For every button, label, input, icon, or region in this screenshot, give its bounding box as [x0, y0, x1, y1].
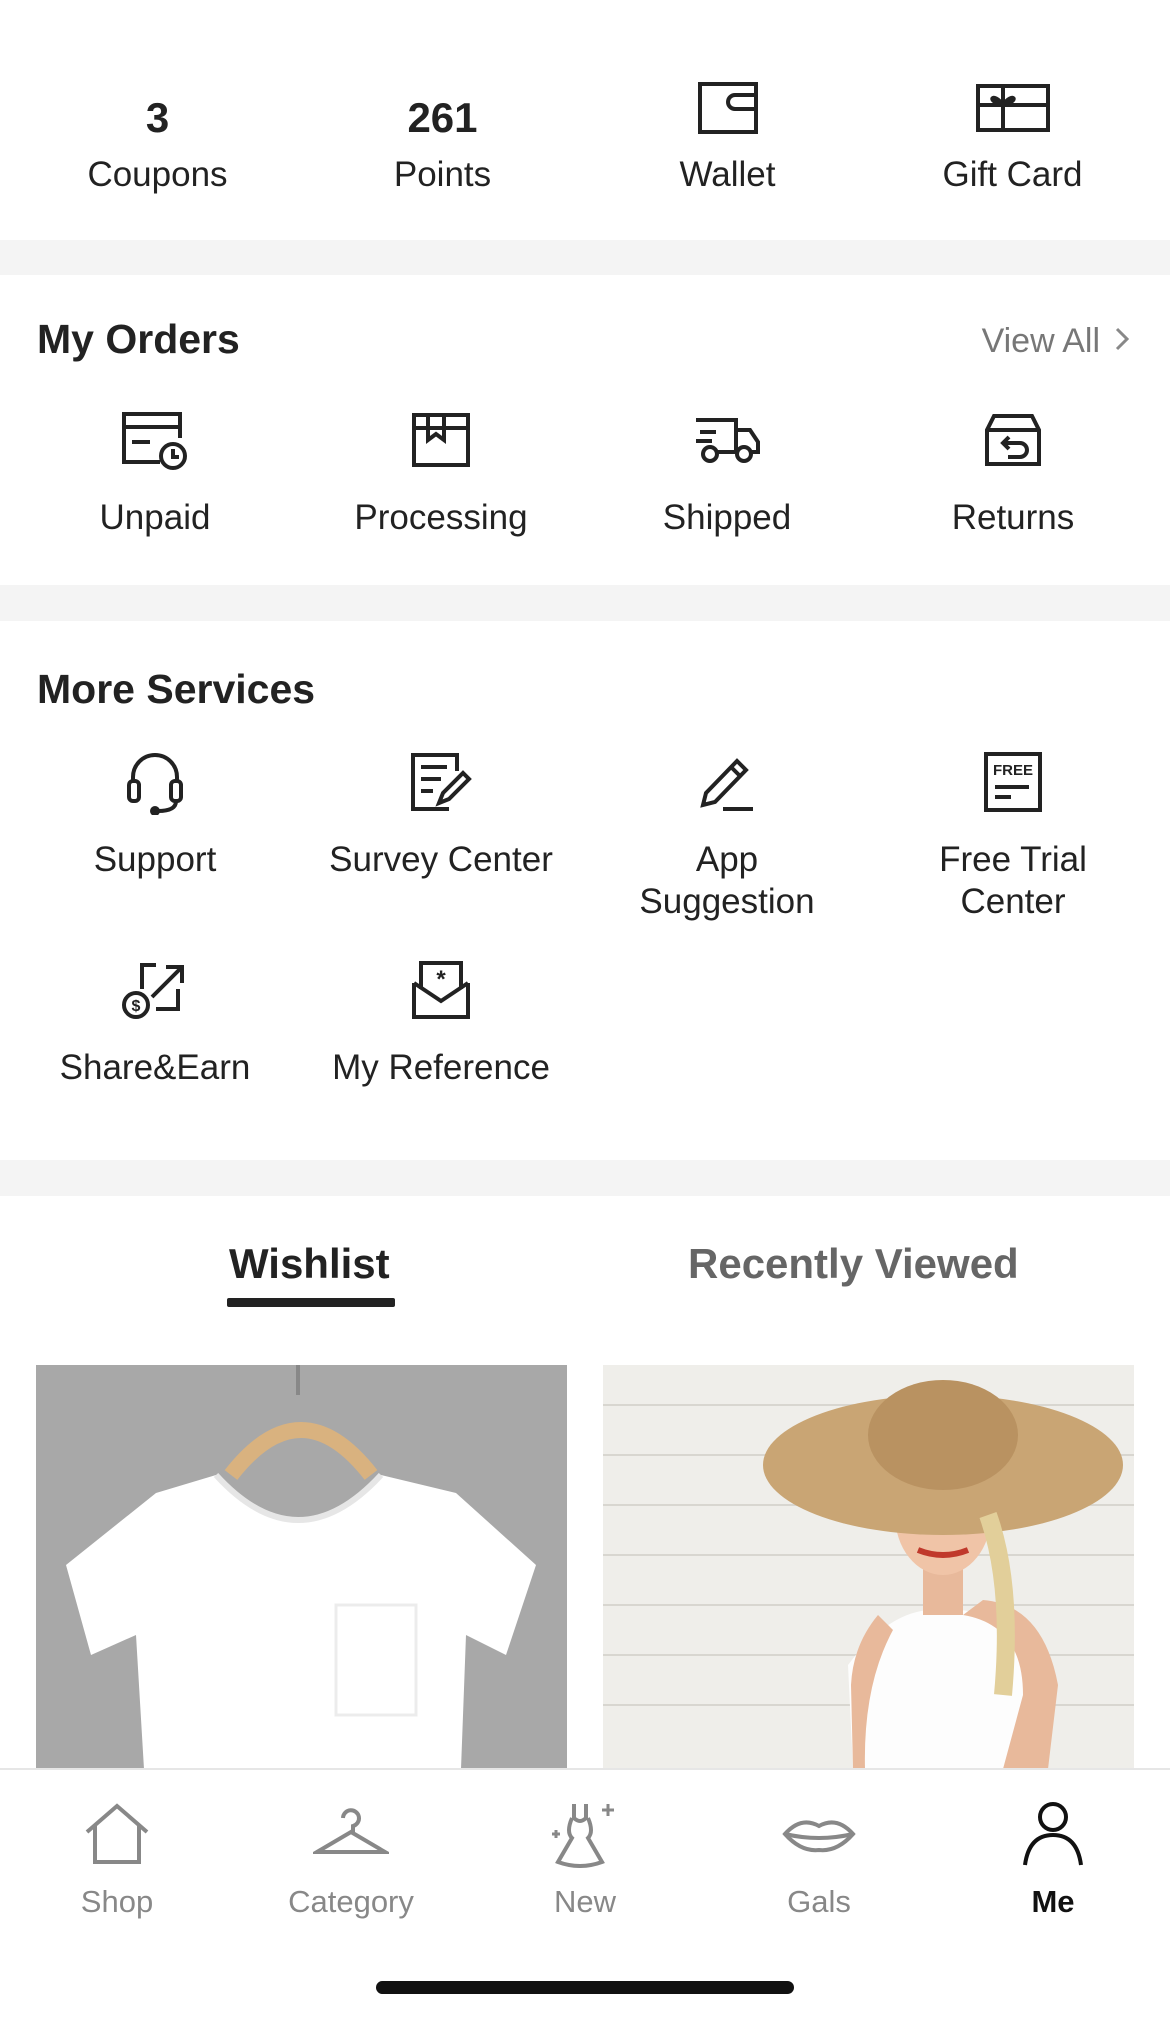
share-earn-label: Share&Earn: [59, 1048, 251, 1087]
app-suggestion-line1: App: [695, 840, 759, 879]
service-share-earn[interactable]: $ Share&Earn: [12, 955, 298, 1089]
service-free-trial-center[interactable]: FREE Free Trial Center: [870, 747, 1156, 923]
section-divider: [0, 1160, 1170, 1196]
nav-me[interactable]: Me: [936, 1796, 1170, 1920]
account-stats-row: 3 Coupons 261 Points Wallet Gift Card: [0, 0, 1170, 240]
nav-shop-label: Shop: [80, 1884, 154, 1919]
returns-icon: [870, 405, 1156, 475]
nav-shop[interactable]: Shop: [0, 1796, 234, 1920]
house-icon: [0, 1796, 234, 1872]
wishlist-tabs: Wishlist Recently Viewed: [0, 1196, 1170, 1326]
processing-icon: [298, 405, 584, 475]
person-icon: [936, 1796, 1170, 1872]
coupons-stat[interactable]: 3 Coupons: [15, 70, 300, 210]
nav-new[interactable]: New: [468, 1796, 702, 1920]
processing-label: Processing: [354, 498, 528, 537]
order-processing[interactable]: Processing: [298, 405, 584, 539]
tab-wishlist[interactable]: Wishlist: [229, 1240, 390, 1288]
service-survey-center[interactable]: Survey Center: [298, 747, 584, 881]
service-my-reference[interactable]: * My Reference: [298, 955, 584, 1089]
app-suggestion-line2: Suggestion: [639, 882, 815, 921]
bottom-nav: Shop Category New Gals Me: [0, 1768, 1170, 2018]
order-shipped[interactable]: Shipped: [584, 405, 870, 539]
points-stat[interactable]: 261 Points: [300, 70, 585, 210]
svg-text:FREE: FREE: [993, 762, 1033, 779]
service-app-suggestion[interactable]: App Suggestion: [584, 747, 870, 923]
my-reference-label: My Reference: [332, 1048, 550, 1087]
truck-icon: [584, 405, 870, 475]
more-services-title: More Services: [37, 666, 316, 712]
reference-icon: *: [298, 955, 584, 1025]
free-trial-icon: FREE: [870, 747, 1156, 817]
survey-center-label: Survey Center: [329, 840, 553, 879]
wallet-label: Wallet: [679, 155, 776, 194]
points-count: 261: [407, 94, 478, 141]
points-label: Points: [393, 155, 492, 194]
shipped-label: Shipped: [662, 498, 792, 537]
active-tab-indicator: [227, 1298, 395, 1307]
product-card[interactable]: [603, 1365, 1134, 1769]
product-image: [603, 1365, 1134, 1769]
coupons-count: 3: [145, 94, 170, 141]
support-label: Support: [93, 840, 217, 879]
returns-label: Returns: [951, 498, 1075, 537]
coupons-label: Coupons: [87, 155, 228, 194]
nav-gals-label: Gals: [787, 1884, 851, 1919]
nav-new-label: New: [553, 1884, 616, 1919]
svg-text:*: *: [436, 966, 446, 993]
unpaid-label: Unpaid: [99, 498, 211, 537]
tab-recently-viewed[interactable]: Recently Viewed: [688, 1240, 1019, 1288]
product-image: [36, 1365, 567, 1769]
wallet-stat[interactable]: Wallet: [585, 70, 870, 210]
order-returns[interactable]: Returns: [870, 405, 1156, 539]
nav-me-label: Me: [1031, 1884, 1075, 1919]
nav-category[interactable]: Category: [234, 1796, 468, 1920]
home-indicator: [376, 1981, 794, 1994]
free-trial-line2: Center: [960, 882, 1066, 921]
nav-category-label: Category: [288, 1884, 414, 1919]
survey-icon: [298, 747, 584, 817]
order-unpaid[interactable]: Unpaid: [12, 405, 298, 539]
hanger-icon: [234, 1796, 468, 1872]
gift-card-stat[interactable]: Gift Card: [870, 70, 1155, 210]
share-earn-icon: $: [12, 955, 298, 1025]
my-orders-title: My Orders: [37, 316, 240, 362]
view-all-orders-link[interactable]: View All: [982, 322, 1130, 361]
dress-sparkle-icon: [468, 1796, 702, 1872]
lips-icon: [702, 1796, 936, 1872]
service-support[interactable]: Support: [12, 747, 298, 881]
gift-card-icon: [870, 70, 1155, 146]
gift-card-label: Gift Card: [942, 155, 1083, 194]
nav-gals[interactable]: Gals: [702, 1796, 936, 1920]
svg-text:$: $: [132, 998, 141, 1015]
app-suggestion-label: App Suggestion: [584, 839, 870, 923]
chevron-right-icon: [1114, 322, 1130, 361]
headset-icon: [12, 747, 298, 817]
free-trial-label: Free Trial Center: [870, 839, 1156, 923]
section-divider: [0, 585, 1170, 621]
unpaid-icon: [12, 405, 298, 475]
view-all-label: View All: [981, 322, 1100, 360]
free-trial-line1: Free Trial: [939, 840, 1087, 879]
section-divider: [0, 240, 1170, 275]
product-card[interactable]: [36, 1365, 567, 1769]
pencil-icon: [584, 747, 870, 817]
wallet-icon: [585, 70, 870, 146]
